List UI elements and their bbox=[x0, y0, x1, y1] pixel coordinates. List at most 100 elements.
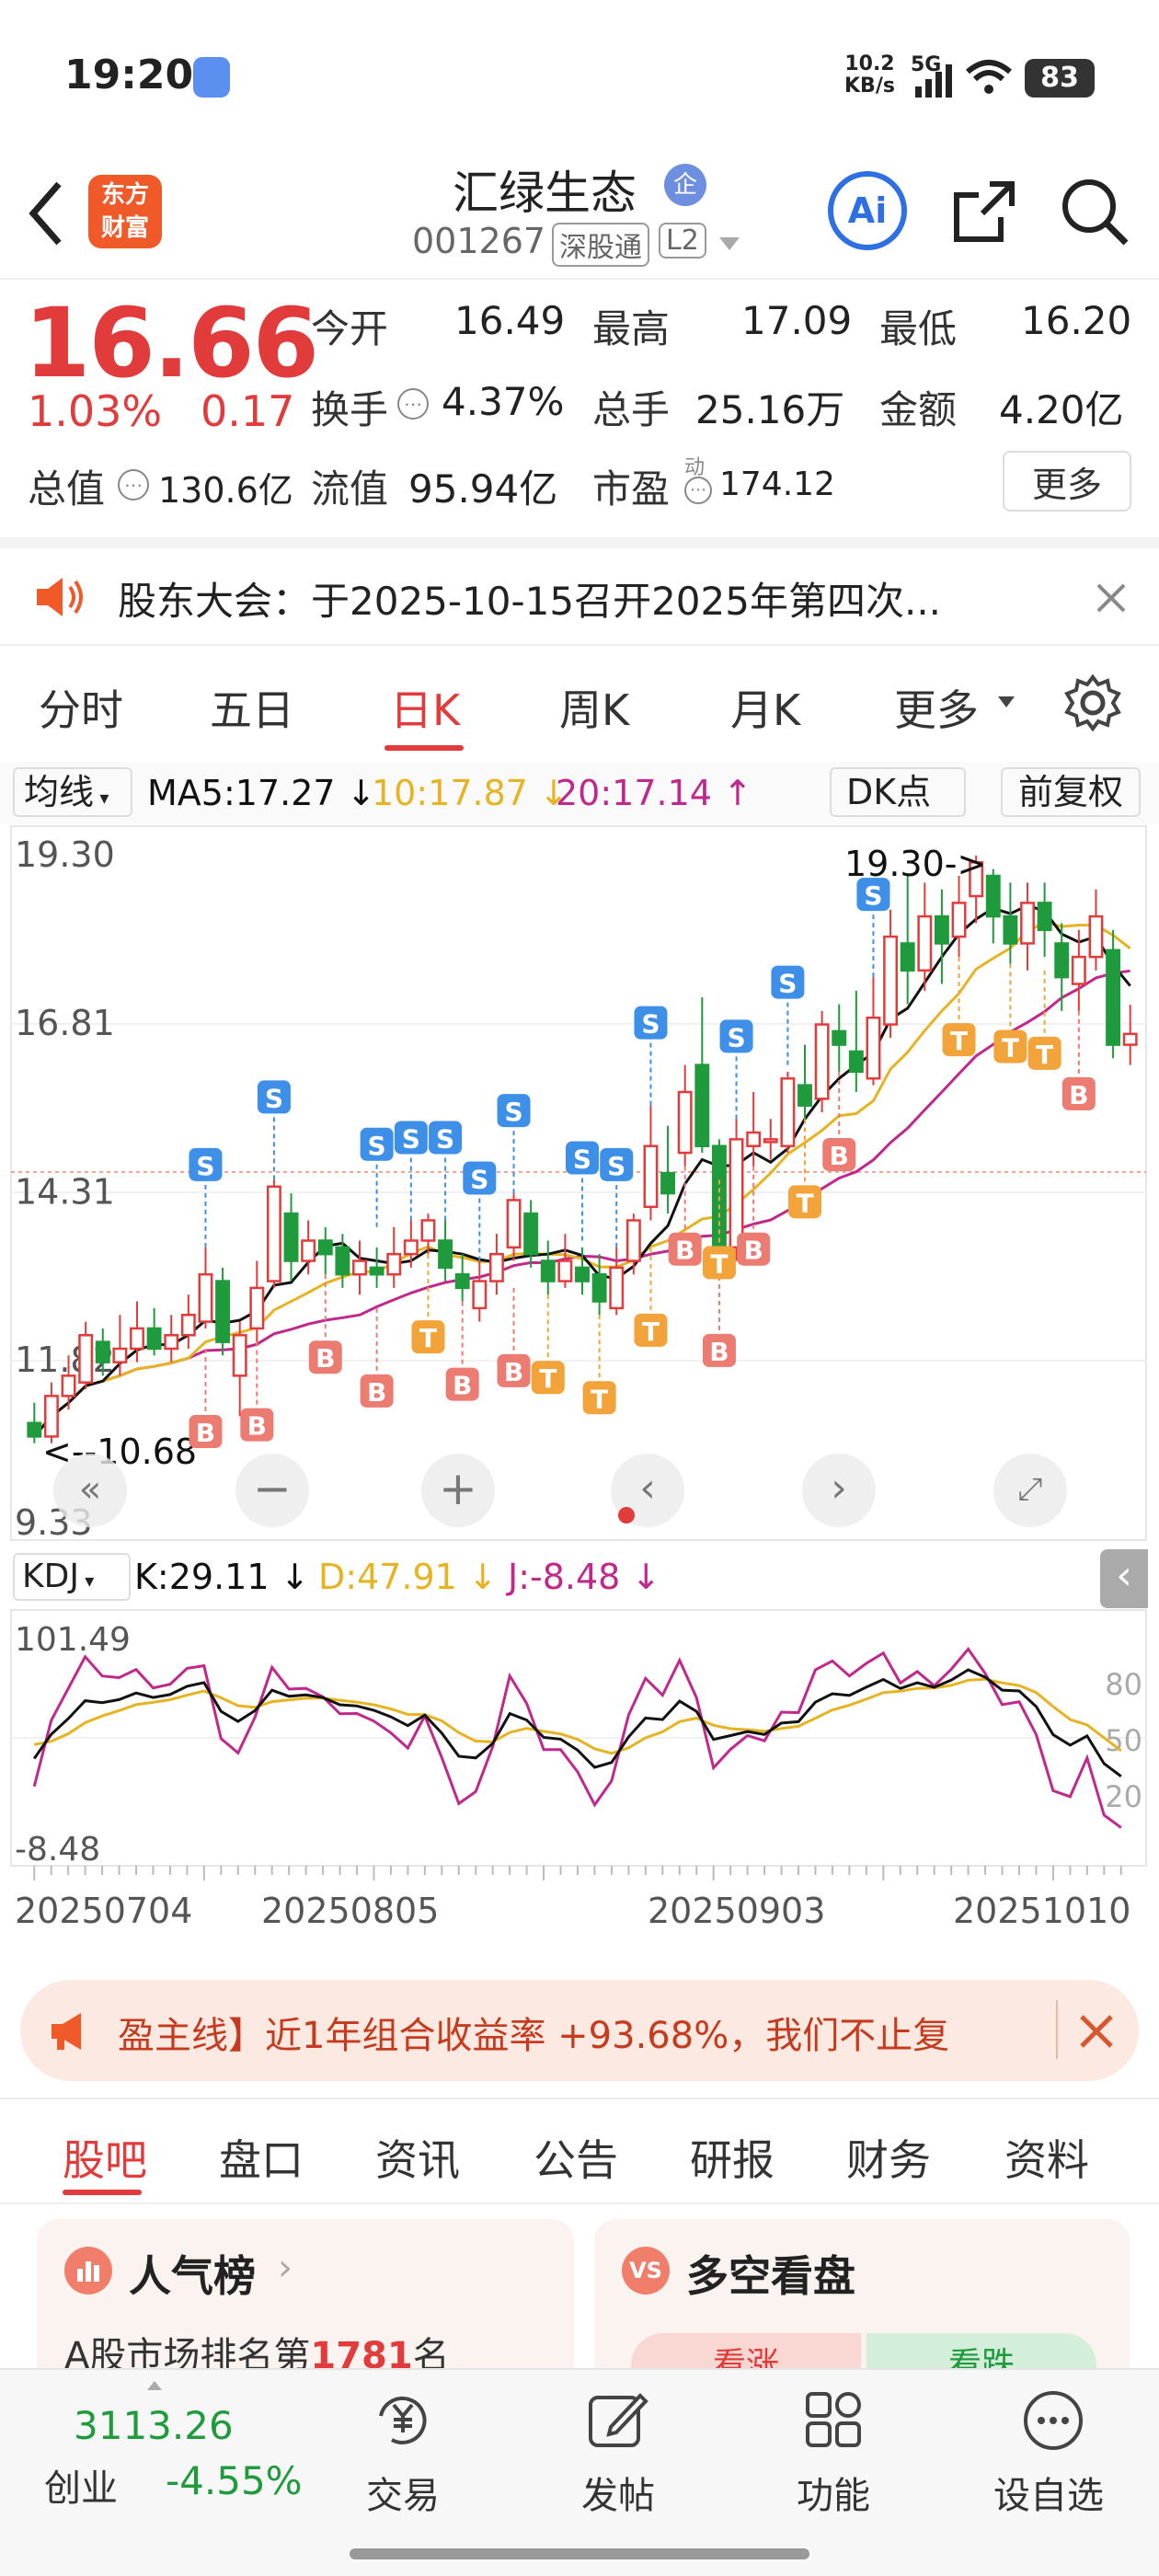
notice-bar[interactable]: 股东大会：于2025-10-15召开2025年第四次... bbox=[0, 537, 1159, 644]
collapse-panel-icon[interactable]: ‹ bbox=[1100, 1549, 1148, 1608]
signal-letter: T bbox=[642, 1317, 660, 1347]
chevron-down-icon[interactable] bbox=[717, 236, 741, 252]
close-icon[interactable] bbox=[1095, 581, 1128, 615]
candle-body bbox=[729, 1138, 744, 1249]
candle-body bbox=[112, 1347, 128, 1363]
index-value[interactable]: 3113.26 bbox=[74, 2403, 234, 2448]
low-label: 最低 bbox=[879, 306, 958, 351]
tab-announcements[interactable]: 公告 bbox=[534, 2127, 618, 2188]
close-icon[interactable] bbox=[1078, 2013, 1115, 2050]
candle-body bbox=[130, 1327, 144, 1351]
share-icon[interactable] bbox=[949, 177, 1019, 247]
index-up-caret-icon bbox=[147, 2381, 162, 2390]
fullscreen-icon[interactable]: ⤢ bbox=[993, 1454, 1067, 1527]
tab-monthly-k[interactable]: 月K bbox=[730, 677, 800, 738]
scroll-right-icon[interactable]: › bbox=[802, 1454, 876, 1527]
signal-letter: S bbox=[368, 1131, 386, 1161]
megaphone-icon bbox=[52, 2013, 81, 2050]
divider bbox=[1056, 2000, 1058, 2059]
rewind-icon[interactable]: « bbox=[53, 1454, 127, 1527]
tab-more[interactable]: 更多 bbox=[894, 677, 979, 738]
app-logo: 东方 财富 bbox=[88, 175, 162, 248]
battery-indicator: 83 bbox=[1025, 59, 1095, 98]
tab-research[interactable]: 研报 bbox=[690, 2127, 775, 2188]
pe-value: 174.12 bbox=[719, 466, 835, 503]
index-name[interactable]: 创业 bbox=[44, 2458, 118, 2512]
candle-body bbox=[317, 1239, 333, 1256]
kdj-d-value: D:47.91 ↓ bbox=[318, 1557, 498, 1597]
signal-letter: B bbox=[709, 1337, 729, 1367]
market-cap-value: 130.6亿 bbox=[158, 470, 293, 511]
candle-body bbox=[591, 1272, 607, 1303]
back-icon[interactable] bbox=[28, 180, 64, 247]
y-tick-label: 19.30 bbox=[15, 834, 115, 875]
info-icon[interactable]: ⋯ bbox=[397, 388, 429, 420]
market-cap-label: 总值 bbox=[28, 466, 106, 512]
add-watchlist-icon[interactable] bbox=[1021, 2388, 1085, 2453]
nav-trade[interactable]: 交易 bbox=[366, 2466, 440, 2519]
kdj-k-line bbox=[32, 1668, 1122, 1778]
info-icon[interactable]: ⋯ bbox=[684, 477, 712, 504]
candlestick-chart[interactable]: 19.3016.8114.3111.829.3319.30-><--10.68S… bbox=[0, 824, 1159, 1546]
adjust-button[interactable]: 前复权 bbox=[1001, 767, 1141, 817]
tab-daily-k[interactable]: 日K bbox=[390, 677, 460, 738]
tab-guba[interactable]: 股吧 bbox=[63, 2127, 147, 2188]
info-icon[interactable]: ⋯ bbox=[118, 469, 149, 500]
signal-letter: T bbox=[539, 1363, 557, 1394]
kdj-right-tick: 20 bbox=[1105, 1779, 1142, 1814]
kdj-chart[interactable]: 101.49 -8.48 80 50 20 20250704 20250805 2025090… bbox=[0, 1608, 1159, 1960]
signal-letter: B bbox=[504, 1357, 523, 1387]
open-value: 16.49 bbox=[454, 298, 566, 343]
ma-selector[interactable]: 均线 ▾ bbox=[13, 767, 132, 817]
tab-intraday[interactable]: 分时 bbox=[39, 677, 123, 738]
functions-grid-icon[interactable] bbox=[802, 2388, 866, 2453]
tab-profile[interactable]: 资料 bbox=[1004, 2127, 1089, 2188]
signal-letter: S bbox=[470, 1165, 488, 1195]
quote-panel: 16.66 1.03% 0.17 今开 16.49 最高 17.09 最低 16… bbox=[0, 282, 1159, 537]
chart-controls: « − + ‹ › ⤢ bbox=[0, 1454, 1159, 1536]
shenzhen-connect-tag: 深股通 bbox=[552, 223, 649, 267]
signal-letter: B bbox=[675, 1236, 694, 1266]
zoom-out-icon[interactable]: − bbox=[235, 1454, 309, 1527]
active-tab-indicator bbox=[63, 2190, 142, 2195]
trade-yen-icon[interactable] bbox=[366, 2388, 440, 2453]
candle-body bbox=[1088, 914, 1104, 959]
vs-icon: VS bbox=[622, 2247, 670, 2294]
tab-order-book[interactable]: 盘口 bbox=[219, 2127, 304, 2188]
indicator-selector[interactable]: KDJ ▾ bbox=[13, 1553, 131, 1601]
kdj-max-label: 101.49 bbox=[15, 1621, 131, 1659]
signal-letter: B bbox=[316, 1343, 335, 1374]
dk-points-button[interactable]: DK点 bbox=[830, 767, 966, 817]
kdj-legend: KDJ ▾ K:29.11 ↓ D:47.91 ↓ J:-8.48 ↓ ‹ bbox=[0, 1546, 1159, 1608]
ma10-value: 10:17.87 ↓ bbox=[372, 773, 568, 813]
settings-gear-icon[interactable] bbox=[1063, 673, 1122, 732]
net-speed-unit: KB/s bbox=[844, 75, 895, 98]
promo-banner[interactable]: 盈主线】近1年组合收益率 +93.68%，我们不止复 bbox=[20, 1980, 1139, 2081]
candle-body bbox=[472, 1280, 488, 1310]
zoom-in-icon[interactable]: + bbox=[421, 1454, 495, 1527]
chevron-right-icon: › bbox=[278, 2247, 293, 2289]
chevron-down-icon bbox=[998, 696, 1015, 707]
post-edit-icon[interactable] bbox=[585, 2388, 649, 2453]
search-icon[interactable] bbox=[1058, 175, 1131, 248]
more-button[interactable]: 更多 bbox=[1003, 451, 1131, 512]
content-tabs: 股吧 盘口 资讯 公告 研报 财务 资料 bbox=[0, 2098, 1159, 2204]
amount-value: 4.20亿 bbox=[999, 387, 1124, 432]
signal-letter: T bbox=[591, 1384, 608, 1414]
x-axis-date-label: 20250704 bbox=[15, 1891, 192, 1931]
tab-weekly-k[interactable]: 周K bbox=[559, 677, 629, 738]
candle-body bbox=[352, 1259, 367, 1276]
y-tick-label: 16.81 bbox=[15, 1003, 115, 1043]
ai-button[interactable]: Ai bbox=[828, 171, 907, 250]
candle-body bbox=[420, 1219, 436, 1242]
nav-functions[interactable]: 功能 bbox=[797, 2466, 870, 2519]
index-change[interactable]: -4.55% bbox=[166, 2458, 303, 2503]
signal-letter: S bbox=[727, 1022, 745, 1052]
nav-add-watchlist[interactable]: 设自选 bbox=[993, 2466, 1104, 2519]
nav-post[interactable]: 发帖 bbox=[581, 2466, 655, 2519]
tab-five-day[interactable]: 五日 bbox=[210, 677, 294, 738]
candle-body bbox=[180, 1314, 196, 1337]
tab-financials[interactable]: 财务 bbox=[846, 2127, 931, 2188]
candle-body bbox=[1054, 942, 1070, 979]
tab-news[interactable]: 资讯 bbox=[375, 2127, 460, 2188]
